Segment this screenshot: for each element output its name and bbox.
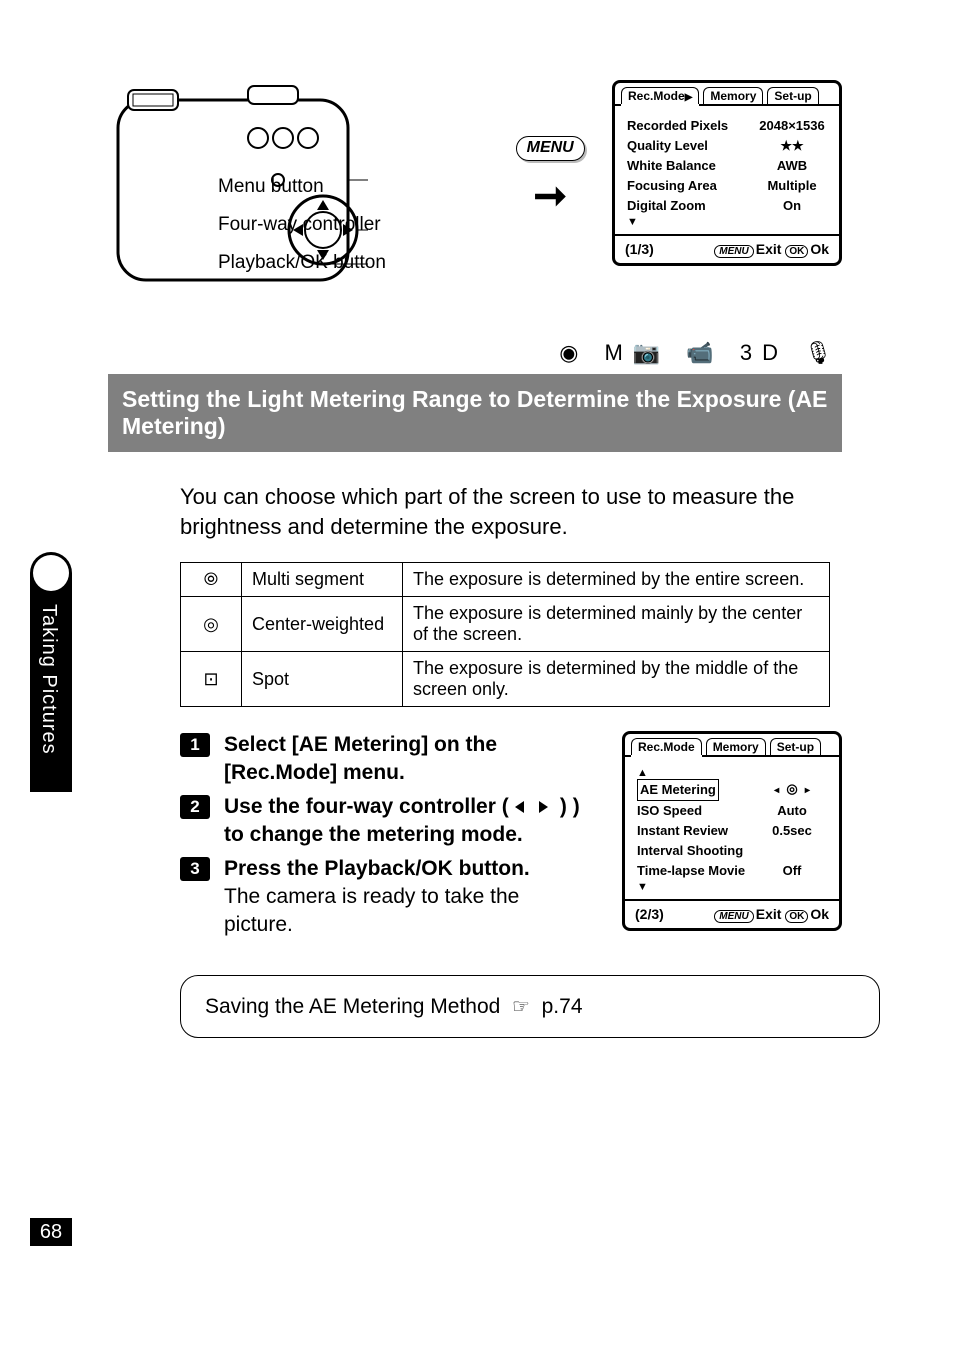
menu-arrow-column: MENU ➞ xyxy=(488,80,612,219)
menu-pill-icon: MENU xyxy=(714,910,753,923)
lcd1-recorded-pixels-label: Recorded Pixels xyxy=(627,116,728,136)
lcd1-wb-label: White Balance xyxy=(627,156,716,176)
step-3-heading: Press the Playback/OK button. xyxy=(224,857,530,880)
table-row: ⦾ Multi segment The exposure is determin… xyxy=(181,563,830,597)
lcd2-instreview-value: 0.5sec xyxy=(757,821,827,841)
callout-fourway-controller: Four-way controller xyxy=(218,214,381,236)
lcd2-exit-label: Exit xyxy=(756,906,782,922)
step-number-icon: 3 xyxy=(180,857,210,881)
spot-icon: ⊡ xyxy=(181,652,242,707)
lcd2-tab-setup: Set-up xyxy=(770,738,821,755)
camera-illustration: Menu button Four-way controller Playback… xyxy=(108,80,368,300)
lcd1-wb-value: AWB xyxy=(757,156,827,176)
lcd2-ok-label: Ok xyxy=(810,906,829,922)
section-side-label: Taking Pictures xyxy=(37,604,60,755)
menu-pill-icon: MENU xyxy=(714,245,753,258)
lcd2-instreview-label: Instant Review xyxy=(637,821,728,841)
step-number-icon: 2 xyxy=(180,795,210,819)
ok-pill-icon: OK xyxy=(785,910,808,923)
lcd2-interval-label: Interval Shooting xyxy=(637,841,743,861)
ok-pill-icon: OK xyxy=(785,245,808,258)
step-2-text-a: Use the four-way controller ( xyxy=(224,795,509,818)
table-row: ◎ Center-weighted The exposure is determ… xyxy=(181,597,830,652)
callout-menu-button: Menu button xyxy=(218,176,324,198)
step-2: 2 Use the four-way controller ( ) ) to c… xyxy=(180,793,598,849)
lcd2-iso-label: ISO Speed xyxy=(637,801,702,821)
section-heading: Setting the Light Metering Range to Dete… xyxy=(108,374,842,452)
lcd1-tab-recmode: Rec.Mode▶ xyxy=(621,87,699,104)
arrow-right-icon: ➞ xyxy=(533,173,567,219)
step-number-icon: 1 xyxy=(180,733,210,757)
spot-name: Spot xyxy=(242,652,403,707)
step-3-body: The camera is ready to take the picture. xyxy=(224,885,519,936)
center-weighted-desc: The exposure is determined mainly by the… xyxy=(403,597,830,652)
lcd2-tab-memory: Memory xyxy=(706,738,766,755)
step-1-text: Select [AE Metering] on the [Rec.Mode] m… xyxy=(224,733,497,784)
lcd2-timelapse-value: Off xyxy=(757,861,827,881)
spot-desc: The exposure is determined by the middle… xyxy=(403,652,830,707)
page-number: 68 xyxy=(30,1218,72,1246)
step-1: 1 Select [AE Metering] on the [Rec.Mode]… xyxy=(180,731,598,787)
lcd-screenshot-1: Rec.Mode▶ Memory Set-up Recorded Pixels 2… xyxy=(612,80,842,266)
multi-segment-desc: The exposure is determined by the entire… xyxy=(403,563,830,597)
lcd1-quality-value: ★★ xyxy=(757,136,827,156)
lcd2-interval-value xyxy=(757,841,827,861)
step-3: 3 Press the Playback/OK button. The came… xyxy=(180,855,598,939)
center-weighted-icon: ◎ xyxy=(181,597,242,652)
lcd-screenshot-2: Rec.Mode Memory Set-up ▲ AE Metering ◂ ◎… xyxy=(622,731,842,945)
side-tab-dot xyxy=(33,555,69,591)
menu-button-icon: MENU xyxy=(516,136,585,161)
lcd1-tab-memory: Memory xyxy=(703,87,763,104)
lcd2-tab-recmode: Rec.Mode xyxy=(631,738,702,755)
intro-paragraph: You can choose which part of the screen … xyxy=(180,482,830,542)
lcd2-ae-value: ◂ ◎ ▸ xyxy=(757,779,827,801)
hand-pointer-icon: ☞ xyxy=(512,996,530,1018)
center-weighted-name: Center-weighted xyxy=(242,597,403,652)
lcd1-zoom-value: On xyxy=(757,196,827,216)
camera-illustration-block: Menu button Four-way controller Playback… xyxy=(108,80,488,300)
lcd2-ae-label: AE Metering xyxy=(637,779,719,801)
callout-playback-ok: Playback/OK button xyxy=(218,252,386,274)
fourway-left-right-icon xyxy=(515,793,549,821)
lcd1-ok-label: Ok xyxy=(810,241,829,257)
lcd1-scroll-down-icon: ▼ xyxy=(627,216,827,228)
multi-segment-icon: ⦾ xyxy=(181,563,242,597)
memo-text: Saving the AE Metering Method xyxy=(205,995,500,1018)
lcd1-focus-value: Multiple xyxy=(757,176,827,196)
lcd2-timelapse-label: Time-lapse Movie xyxy=(637,861,745,881)
camera-callouts: Menu button Four-way controller Playback… xyxy=(218,168,478,282)
memo-page-ref: p.74 xyxy=(542,995,583,1018)
lcd2-scroll-up-icon: ▲ xyxy=(637,767,827,779)
table-row: ⊡ Spot The exposure is determined by the… xyxy=(181,652,830,707)
lcd1-zoom-label: Digital Zoom xyxy=(627,196,706,216)
multi-segment-name: Multi segment xyxy=(242,563,403,597)
lcd2-page-indicator: (2/3) xyxy=(635,906,664,922)
cross-reference-box: Saving the AE Metering Method ☞ p.74 xyxy=(180,975,880,1038)
mode-icons-row: ◉ M📷 📹 3D 🎙 xyxy=(108,340,842,366)
lcd2-iso-value: Auto xyxy=(757,801,827,821)
lcd2-scroll-down-icon: ▼ xyxy=(637,881,827,893)
lcd1-exit-label: Exit xyxy=(756,241,782,257)
lcd1-quality-label: Quality Level xyxy=(627,136,708,156)
lcd1-recorded-pixels-value: 2048×1536 xyxy=(757,116,827,136)
metering-modes-table: ⦾ Multi segment The exposure is determin… xyxy=(180,562,830,707)
lcd1-focus-label: Focusing Area xyxy=(627,176,717,196)
lcd1-tab-setup: Set-up xyxy=(767,87,818,104)
lcd1-page-indicator: (1/3) xyxy=(625,241,654,257)
camera-and-lcd-row: Menu button Four-way controller Playback… xyxy=(108,80,842,300)
